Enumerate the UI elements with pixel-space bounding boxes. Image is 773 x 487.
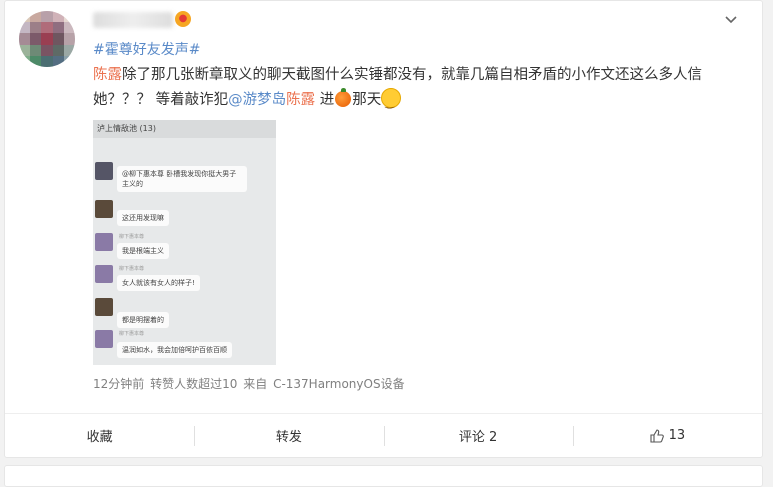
repost-label: 转发	[275, 430, 302, 445]
source-device[interactable]: C-137HarmonyOS设备	[273, 377, 405, 391]
blurred-avatar-mosaic	[19, 11, 75, 67]
chat-header: 泸上情敌池 (13)	[93, 120, 276, 138]
repost-button[interactable]: 转发	[194, 414, 383, 457]
thumbs-up-icon	[650, 428, 664, 443]
chat-avatar	[95, 233, 113, 251]
post-time[interactable]: 12分钟前	[93, 377, 144, 391]
comment-label: 评论 2	[458, 430, 498, 445]
chat-bubble: 我是根端主义	[117, 243, 169, 259]
chevron-down-icon[interactable]	[724, 13, 738, 27]
chat-avatar	[95, 298, 113, 316]
smile-emoji-icon	[381, 88, 402, 115]
mention-chenlu-2[interactable]: 陈露	[286, 92, 315, 108]
chat-bubble: @柳下惠本尊 卧槽我发现你挺大男子主义的	[117, 166, 247, 192]
like-button[interactable]: 13	[572, 414, 762, 457]
weibo-post-card: ● #霍尊好友发声# 陈露除了那几张断章取义的聊天截图什么实锤都没有，就靠几篇自…	[4, 0, 763, 458]
post-meta: 12分钟前 转赞人数超过10 来自 C-137HarmonyOS设备	[93, 375, 407, 392]
chat-bubble: 温润如水，我会加倍呵护百依百顺	[117, 342, 232, 358]
chat-avatar	[95, 265, 113, 283]
chat-bubble: 都是明摆着的	[117, 312, 169, 328]
chat-bubble: 女人就该有女人的样子!	[117, 275, 200, 291]
topic-link[interactable]: #霍尊好友发声#	[93, 39, 200, 59]
chat-avatar	[95, 200, 113, 218]
vip-badge-icon: ●	[175, 11, 191, 27]
favorite-button[interactable]: 收藏	[5, 414, 194, 457]
source-prefix: 来自	[243, 377, 268, 391]
chat-sender-name: 柳下惠本尊	[119, 234, 145, 240]
topic-text[interactable]: #霍尊好友发声#	[93, 42, 200, 58]
action-bar: 收藏 转发 评论 2 13	[5, 413, 762, 457]
chat-avatar	[95, 162, 113, 180]
post-body-text-3: 那天	[352, 92, 382, 108]
orange-emoji-icon	[335, 88, 352, 107]
mention-chenlu[interactable]: 陈露	[93, 67, 122, 83]
post-text: 陈露除了那几张断章取义的聊天截图什么实锤都没有，就靠几篇自相矛盾的小作文还这么多…	[93, 63, 753, 115]
chat-sender-name: 柳下惠本尊	[119, 331, 145, 337]
chat-sender-name: 柳下惠本尊	[119, 266, 145, 272]
post-body-text-2: 进	[315, 92, 335, 108]
post-image-chat-screenshot[interactable]: 泸上情敌池 (13) @柳下惠本尊 卧槽我发现你挺大男子主义的 这还用发现嘛 柳…	[93, 120, 276, 365]
repost-count-text: 转赞人数超过10	[150, 377, 238, 391]
avatar[interactable]	[19, 11, 75, 67]
favorite-label: 收藏	[86, 430, 113, 445]
mention-youmengdao[interactable]: @游梦岛	[228, 92, 286, 108]
chat-avatar	[95, 330, 113, 348]
blurred-username[interactable]	[93, 12, 173, 28]
like-count: 13	[668, 428, 686, 443]
next-post-card	[4, 465, 763, 487]
comment-button[interactable]: 评论 2	[383, 414, 573, 457]
chat-bubble: 这还用发现嘛	[117, 210, 169, 226]
